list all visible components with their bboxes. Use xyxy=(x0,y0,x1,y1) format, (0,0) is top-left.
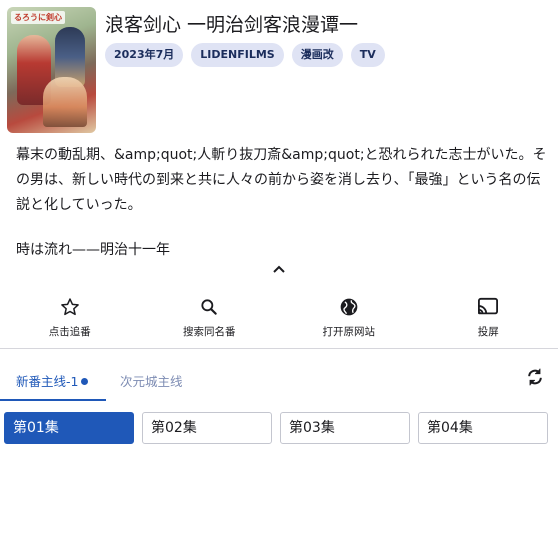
cast-label: 投屏 xyxy=(477,326,499,338)
poster-image[interactable]: るろうに剣心 xyxy=(7,7,96,133)
anime-title: 浪客剑心 一明治剑客浪漫谭一 xyxy=(105,14,359,36)
follow-button[interactable]: 点击追番 xyxy=(0,288,140,348)
tab-source-1-label: 新番主线-1 xyxy=(16,374,79,389)
tab-source-2[interactable]: 次元城主线 xyxy=(120,371,183,390)
refresh-icon[interactable] xyxy=(525,367,545,387)
search-same-name-button[interactable]: 搜索同名番 xyxy=(140,288,280,348)
description: 幕末の動乱期、&amp;quot;人斬り抜刀斎&amp;quot;と恐れられた志… xyxy=(16,143,548,263)
source-tabs: 新番主线-1 次元城主线 xyxy=(0,349,558,401)
cast-icon xyxy=(477,296,499,318)
tag-source[interactable]: 漫画改 xyxy=(291,43,343,67)
episode-list: 第01集 第02集 第03集 第04集 xyxy=(4,412,548,444)
tab-indicator xyxy=(0,399,106,401)
tab-source-1[interactable]: 新番主线-1 xyxy=(16,371,89,390)
episode-button[interactable]: 第04集 xyxy=(418,412,548,444)
tag-studio[interactable]: LIDENFILMS xyxy=(191,43,284,67)
poster-figure xyxy=(43,77,87,127)
globe-icon xyxy=(338,296,360,318)
description-paragraph: 幕末の動乱期、&amp;quot;人斬り抜刀斎&amp;quot;と恐れられた志… xyxy=(16,147,547,213)
open-website-label: 打开原网站 xyxy=(322,326,376,338)
episode-button[interactable]: 第03集 xyxy=(280,412,410,444)
anime-header: るろうに剣心 浪客剑心 一明治剑客浪漫谭一 2023年7月 LIDENFILMS… xyxy=(0,0,558,140)
search-icon xyxy=(198,296,220,318)
action-bar: 点击追番 搜索同名番 打开原网站 投屏 xyxy=(0,288,558,348)
episode-button[interactable]: 第01集 xyxy=(4,412,134,444)
star-outline-icon xyxy=(59,296,81,318)
cast-button[interactable]: 投屏 xyxy=(419,288,558,348)
follow-label: 点击追番 xyxy=(48,326,91,338)
tag-date[interactable]: 2023年7月 xyxy=(105,43,184,67)
open-website-button[interactable]: 打开原网站 xyxy=(279,288,419,348)
search-same-name-label: 搜索同名番 xyxy=(183,326,236,338)
tag-type[interactable]: TV xyxy=(350,43,385,67)
tag-list: 2023年7月 LIDENFILMS 漫画改 TV xyxy=(105,43,385,67)
poster-logo: るろうに剣心 xyxy=(11,11,65,24)
active-dot-icon xyxy=(81,378,89,385)
chevron-up-icon[interactable] xyxy=(270,260,288,278)
episode-button[interactable]: 第02集 xyxy=(142,412,272,444)
